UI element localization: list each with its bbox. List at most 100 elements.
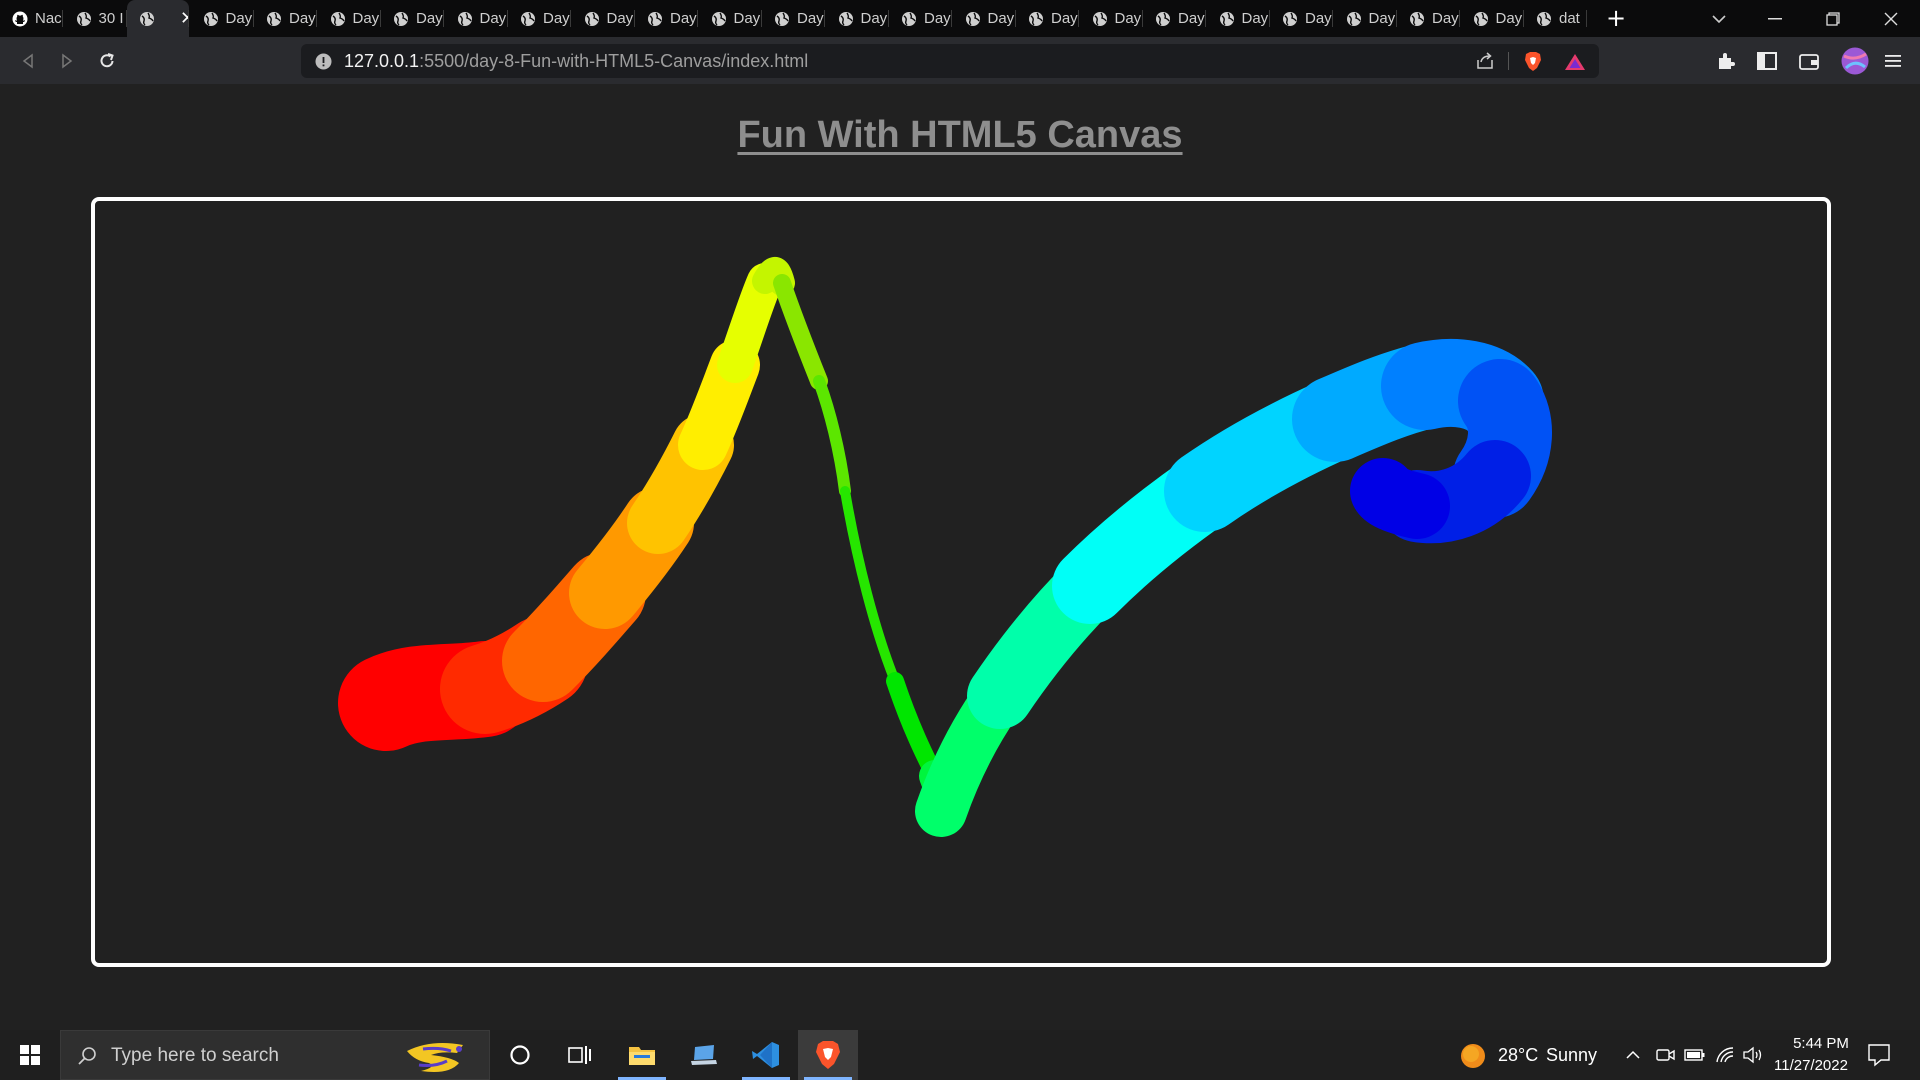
info-icon [315,53,332,70]
folder-icon [629,1047,655,1065]
clock[interactable]: 5:44 PM 11/27/2022 [1770,1030,1862,1080]
browser-tab[interactable]: Day [1143,0,1206,37]
globe-icon [76,11,91,26]
share-icon[interactable] [1475,52,1495,70]
back-button[interactable] [14,47,42,75]
restore-icon [1826,11,1840,26]
cortana-button[interactable] [490,1030,550,1080]
task-view-button[interactable] [550,1030,610,1080]
taskbar-file-explorer[interactable] [612,1030,672,1080]
tab-label: Nac [35,10,62,27]
restore-button[interactable] [1810,0,1856,37]
start-button[interactable] [0,1030,60,1080]
browser-tab[interactable]: Nac [0,0,63,37]
tab-label: Day [1495,10,1523,27]
browser-tab[interactable]: Day [381,0,444,37]
reload-button[interactable] [93,47,121,75]
wallet-icon [1799,53,1819,70]
url-text[interactable]: 127.0.0.1:5500/day-8-Fun-with-HTML5-Canv… [344,51,808,72]
close-window-button[interactable] [1868,0,1914,37]
browser-tab[interactable]: Day [699,0,762,37]
browser-tab[interactable]: Day [762,0,825,37]
hamburger-menu-icon [1885,55,1901,67]
tab-label: Day [797,10,824,27]
taskbar-search-box[interactable]: Type here to search [60,1030,490,1080]
tab-label: Day [1368,10,1396,27]
minimize-button[interactable] [1752,0,1798,37]
chevron-up-icon [1626,1050,1640,1059]
sidebar-button[interactable] [1755,49,1779,73]
new-tab-button[interactable]: + [1604,6,1628,30]
meet-now-button[interactable] [1654,1045,1676,1065]
browser-tab[interactable]: Day [508,0,571,37]
browser-tab[interactable]: Day [635,0,698,37]
tab-label: Day [1178,10,1205,27]
globe-icon [711,11,726,26]
volume-button[interactable] [1742,1044,1764,1066]
tab-label: Day [606,10,634,27]
browser-tab[interactable]: Day [953,0,1016,37]
browser-tab[interactable]: 30 I [64,0,127,37]
tab-label: Day [479,10,507,27]
brave-browser-icon [816,1041,840,1069]
extensions-button[interactable] [1714,49,1738,73]
brave-shields-icon[interactable] [1523,51,1543,72]
tab-label: dat [1559,10,1580,27]
github-icon [12,11,28,26]
browser-tab[interactable]: Day [826,0,889,37]
globe-icon [1473,11,1488,26]
tab-label: Day [352,10,380,27]
tab-label: Day [987,10,1015,27]
puzzle-icon [1719,53,1735,69]
browser-tab[interactable]: Day [445,0,508,37]
tab-label: Day [1114,10,1142,27]
browser-tab[interactable]: Day [889,0,952,37]
globe-icon [584,11,599,26]
wallet-button[interactable] [1797,49,1821,73]
browser-tab[interactable]: Day [1016,0,1079,37]
network-button[interactable] [1714,1044,1736,1066]
browser-tab[interactable]: Day [1461,0,1524,37]
browser-tab[interactable]: Day [1397,0,1460,37]
tab-label: 30 I [98,10,124,27]
browser-tab[interactable]: Day [572,0,635,37]
browser-tab[interactable]: Day [254,0,317,37]
profile-avatar[interactable] [1840,46,1870,76]
globe-icon [648,11,662,26]
browser-tab[interactable]: Day [1080,0,1143,37]
tab-label: Day [543,10,570,27]
notifications-button[interactable] [1866,1042,1892,1068]
search-highlight-doodle-icon [407,1043,463,1072]
browser-tab[interactable]: Day [191,0,254,37]
weather-description: Sunny [1546,1045,1598,1065]
globe-icon [457,11,472,26]
tab-label: Day [225,10,253,27]
show-hidden-icons-button[interactable] [1624,1045,1642,1065]
tab-active[interactable]: ✕ [127,0,189,37]
globe-icon [203,11,218,26]
globe-icon [1029,11,1043,26]
taskbar-app-laptop[interactable] [674,1030,734,1080]
address-bar[interactable]: 127.0.0.1:5500/day-8-Fun-with-HTML5-Canv… [301,44,1599,78]
vscode-icon [752,1042,779,1068]
battery-button[interactable] [1683,1045,1707,1065]
search-placeholder: Type here to search [111,1045,279,1066]
weather-widget[interactable]: 28°C Sunny [1458,1030,1604,1080]
forward-button[interactable] [53,47,81,75]
drawing-canvas[interactable] [91,197,1831,967]
browser-tab[interactable]: Day [1334,0,1397,37]
browser-tab[interactable]: Day [1207,0,1270,37]
minimize-icon [1768,17,1782,19]
taskbar-vscode[interactable] [736,1030,796,1080]
tab-search-button[interactable] [1696,0,1742,37]
reload-icon [100,53,114,68]
taskbar-brave-browser[interactable] [798,1030,858,1080]
browser-tab[interactable]: Day [1270,0,1333,37]
browser-tab[interactable]: Day [318,0,381,37]
brave-rewards-icon[interactable] [1564,53,1586,71]
menu-button[interactable] [1881,49,1905,73]
sidebar-icon [1757,52,1777,70]
globe-icon [1346,11,1361,26]
browser-tab[interactable]: dat [1524,0,1587,37]
globe-icon [330,11,345,26]
